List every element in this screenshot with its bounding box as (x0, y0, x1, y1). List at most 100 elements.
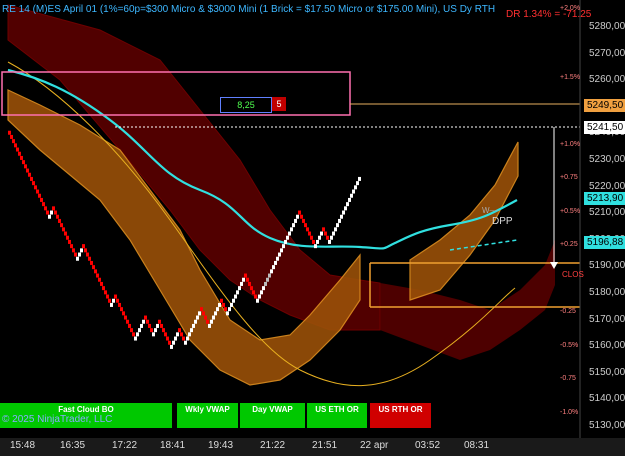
renko-brick (230, 302, 233, 307)
renko-brick (314, 244, 317, 249)
price-marker: 5196,88 (584, 236, 625, 249)
renko-brick (302, 218, 305, 223)
renko-brick (214, 311, 217, 316)
percent-label: +2.0% (560, 5, 581, 12)
renko-brick (64, 231, 67, 236)
renko-brick (68, 239, 71, 244)
renko-brick (262, 286, 265, 291)
renko-brick (134, 336, 137, 341)
time-label: 03:52 (415, 440, 441, 451)
renko-brick (254, 294, 257, 299)
price-tick-label: 5190,00 (589, 260, 625, 272)
renko-brick (152, 332, 155, 337)
percent-label: -1.0% (560, 409, 579, 416)
time-label: 22 apr (360, 440, 389, 451)
weekly-label: W— (482, 206, 498, 215)
renko-brick (142, 319, 145, 324)
percent-label: -0.75 (560, 375, 576, 382)
copyright: © 2025 NinjaTrader, LLC (2, 414, 113, 425)
renko-brick (114, 294, 117, 299)
renko-brick (150, 328, 153, 333)
renko-brick (82, 244, 85, 249)
weekly-vwap-button[interactable]: Wkly VWAP (177, 403, 238, 428)
renko-brick (70, 244, 73, 249)
renko-brick (222, 302, 225, 307)
renko-brick (268, 273, 271, 278)
renko-brick (86, 252, 89, 257)
renko-brick (18, 151, 21, 156)
price-tick-label: 5260,00 (589, 74, 625, 86)
renko-brick (116, 298, 119, 303)
renko-brick (100, 281, 103, 286)
renko-brick (264, 281, 267, 286)
renko-brick (260, 290, 263, 295)
time-label: 15:48 (10, 440, 36, 451)
price-tick-label: 5160,00 (589, 340, 625, 352)
renko-brick (176, 332, 179, 337)
renko-brick (284, 239, 287, 244)
us-rth-or-button[interactable]: US RTH OR (370, 403, 431, 428)
renko-brick (38, 193, 41, 198)
renko-brick (54, 210, 57, 215)
renko-brick (208, 323, 211, 328)
renko-brick (330, 235, 333, 240)
renko-brick (90, 260, 93, 265)
renko-brick (206, 319, 209, 324)
price-tick-label: 5150,00 (589, 366, 625, 378)
renko-brick (300, 214, 303, 219)
renko-brick (340, 214, 343, 219)
renko-brick (224, 307, 227, 312)
renko-brick (66, 235, 69, 240)
renko-brick (16, 147, 19, 152)
renko-brick (312, 239, 315, 244)
renko-brick (140, 323, 143, 328)
renko-brick (172, 340, 175, 345)
price-tick-label: 5220,00 (589, 180, 625, 192)
renko-brick (256, 298, 259, 303)
renko-brick (162, 328, 165, 333)
renko-brick (336, 223, 339, 228)
renko-brick (160, 323, 163, 328)
renko-brick (104, 290, 107, 295)
renko-brick (132, 332, 135, 337)
renko-brick (76, 256, 79, 261)
renko-brick (184, 340, 187, 345)
renko-brick (272, 265, 275, 270)
price-chart[interactable] (0, 0, 625, 456)
us-eth-or-button[interactable]: US ETH OR (307, 403, 367, 428)
day-vwap-button[interactable]: Day VWAP (240, 403, 305, 428)
renko-brick (196, 315, 199, 320)
renko-brick (356, 181, 359, 186)
renko-brick (218, 302, 221, 307)
price-tick-label: 5210,00 (589, 207, 625, 219)
percent-label: +0.75 (560, 174, 578, 181)
renko-brick (48, 214, 51, 219)
renko-brick (354, 185, 357, 190)
renko-brick (298, 210, 301, 215)
renko-brick (342, 210, 345, 215)
renko-brick (344, 206, 347, 211)
renko-brick (252, 290, 255, 295)
renko-brick (62, 227, 65, 232)
price-tick-label: 5230,00 (589, 154, 625, 165)
price-tick-label: 5270,00 (589, 47, 625, 59)
renko-brick (348, 197, 351, 202)
time-axis: 15:48 16:35 17:22 18:41 19:43 21:22 21:5… (0, 438, 625, 456)
renko-brick (34, 185, 37, 190)
renko-brick (202, 311, 205, 316)
renko-brick (294, 218, 297, 223)
renko-brick (128, 323, 131, 328)
renko-brick (240, 281, 243, 286)
renko-brick (158, 319, 161, 324)
time-label: 21:51 (312, 440, 338, 451)
renko-brick (164, 332, 167, 337)
chart-title: RE 14 (M)ES April 01 (1%=60p=$300 Micro … (2, 4, 496, 15)
renko-brick (234, 294, 237, 299)
brick-info-value: 8,25 (220, 97, 272, 113)
renko-brick (326, 235, 329, 240)
renko-brick (42, 202, 45, 207)
renko-brick (228, 307, 231, 312)
percent-label: +1.5% (560, 74, 581, 81)
renko-brick (182, 336, 185, 341)
percent-label: +1.0% (560, 141, 581, 148)
